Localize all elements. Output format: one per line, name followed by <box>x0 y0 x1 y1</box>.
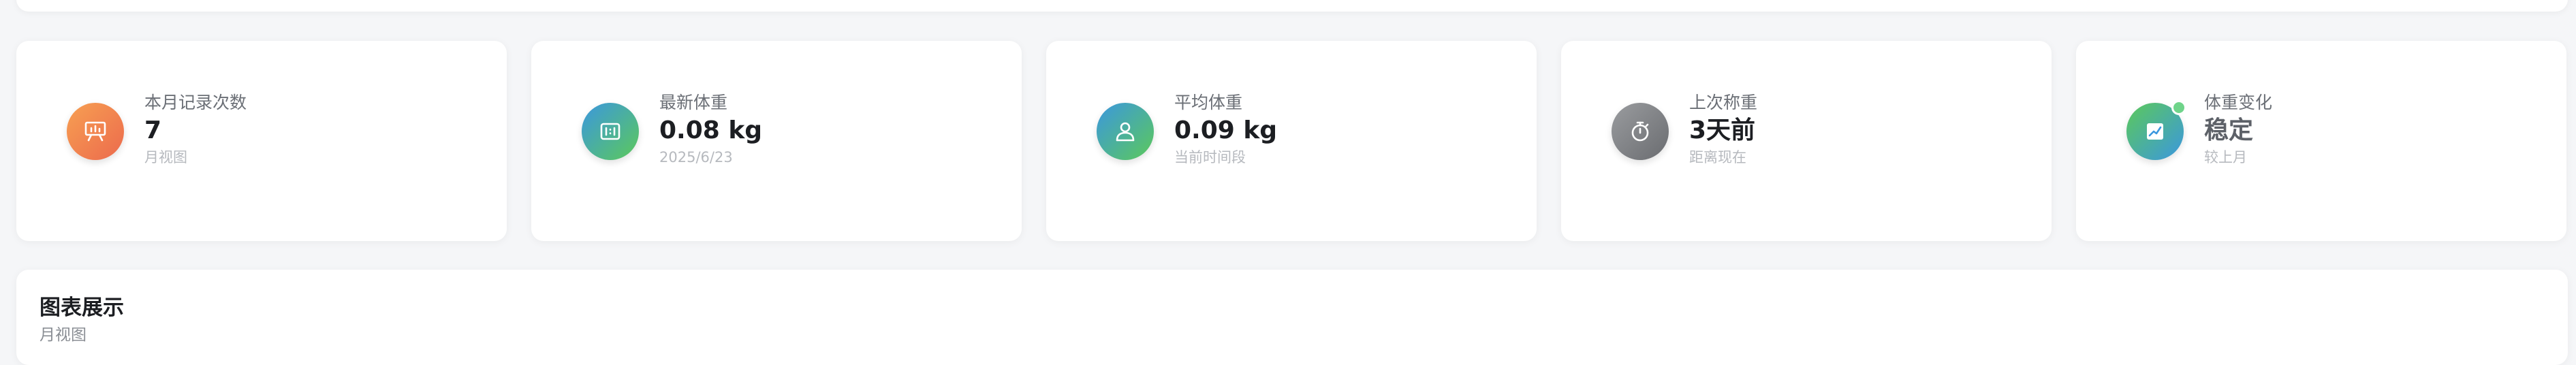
stat-sub: 距离现在 <box>1689 149 1746 165</box>
stat-value: 7 <box>144 116 162 144</box>
stat-card-weight-change: 体重变化 稳定 较上月 <box>2076 41 2566 241</box>
status-badge <box>2171 100 2186 115</box>
stat-card-monthly-records: 本月记录次数 7 月视图 <box>16 41 507 241</box>
user-icon <box>1097 103 1154 160</box>
stat-card-last-weighing: 上次称重 3天前 距离现在 <box>1561 41 2052 241</box>
stat-sub: 当前时间段 <box>1174 149 1246 165</box>
stat-label: 上次称重 <box>1689 93 1758 112</box>
stat-value: 0.09 kg <box>1174 116 1278 144</box>
top-panel <box>16 0 2568 12</box>
stat-value: 3天前 <box>1689 116 1756 144</box>
stat-sub: 较上月 <box>2204 149 2247 165</box>
section-subtitle: 月视图 <box>40 326 87 344</box>
trend-chart-icon <box>2126 100 2186 160</box>
presentation-board-icon <box>67 103 124 160</box>
stopwatch-icon <box>1612 103 1669 160</box>
chart-section: 图表展示 月视图 <box>16 270 2568 365</box>
stat-sub: 月视图 <box>144 149 187 165</box>
stat-label: 体重变化 <box>2204 93 2273 112</box>
stat-label: 平均体重 <box>1174 93 1243 112</box>
stat-card-average-weight: 平均体重 0.09 kg 当前时间段 <box>1046 41 1537 241</box>
stat-label: 最新体重 <box>659 93 728 112</box>
section-title: 图表展示 <box>40 296 124 320</box>
stat-value: 稳定 <box>2204 116 2254 144</box>
stat-label: 本月记录次数 <box>144 93 247 112</box>
scale-display-icon <box>582 103 639 160</box>
stat-sub: 2025/6/23 <box>659 149 733 165</box>
stat-value: 0.08 kg <box>659 116 763 144</box>
stat-card-latest-weight: 最新体重 0.08 kg 2025/6/23 <box>531 41 1022 241</box>
